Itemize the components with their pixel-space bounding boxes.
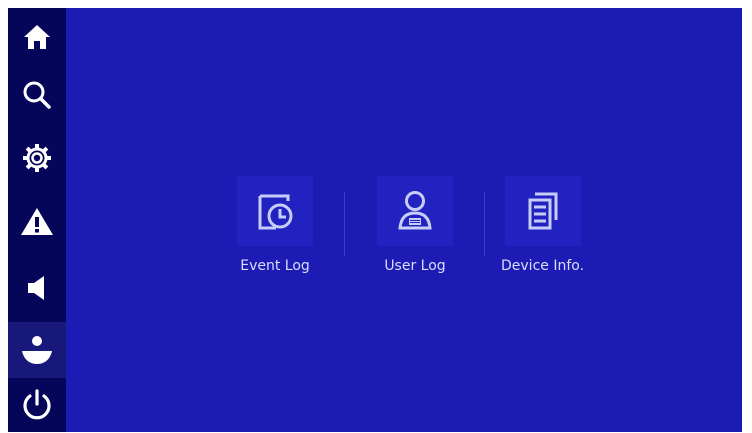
user-log-label: User Log	[384, 258, 446, 274]
user-icon	[20, 333, 54, 367]
search-icon	[22, 80, 52, 110]
divider	[344, 192, 345, 256]
power-icon	[21, 389, 53, 421]
event-log-label: Event Log	[240, 258, 310, 274]
event-log-icon	[237, 176, 313, 246]
sidebar-item-alarm[interactable]	[8, 196, 66, 246]
home-icon	[22, 22, 52, 52]
sidebar-item-user[interactable]	[8, 322, 66, 378]
event-log-button[interactable]: Event Log	[237, 176, 313, 274]
device-info-icon	[504, 176, 581, 246]
divider	[484, 192, 485, 256]
user-log-icon	[377, 176, 453, 246]
device-info-label: Device Info.	[501, 258, 585, 274]
sidebar-item-settings[interactable]	[8, 133, 66, 183]
speaker-icon	[22, 273, 52, 303]
user-log-button[interactable]: User Log	[377, 176, 453, 274]
sidebar	[8, 8, 66, 432]
warning-icon	[20, 206, 54, 236]
gear-icon	[22, 143, 52, 173]
screen: Event Log User Log Device Info.	[8, 8, 742, 432]
sidebar-item-home[interactable]	[8, 12, 66, 62]
sidebar-item-search[interactable]	[8, 70, 66, 120]
sidebar-item-sound[interactable]	[8, 263, 66, 313]
device-info-button[interactable]: Device Info.	[501, 176, 584, 274]
sidebar-item-power[interactable]	[8, 380, 66, 430]
